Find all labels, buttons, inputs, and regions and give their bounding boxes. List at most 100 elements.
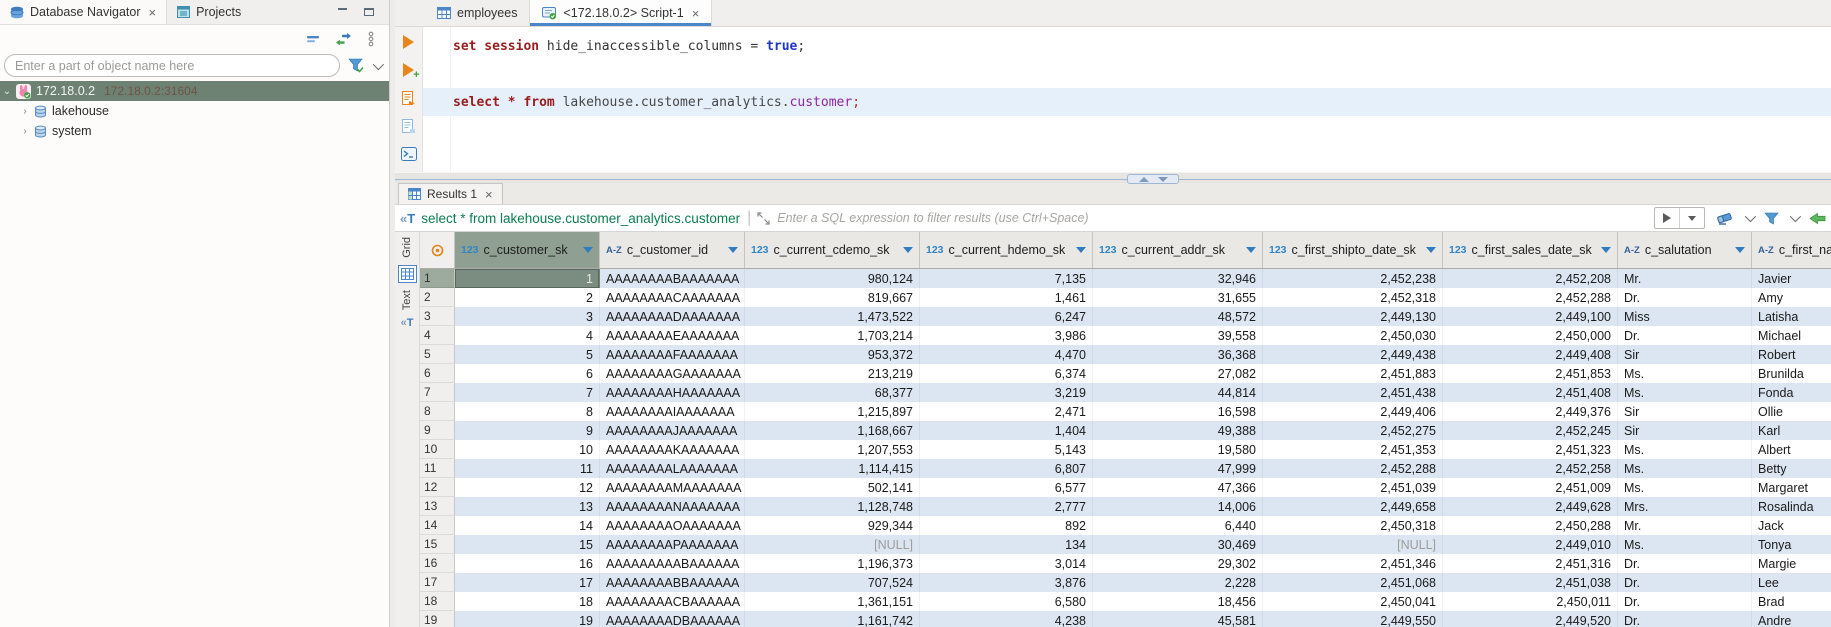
grid-cell[interactable]: 3,014 xyxy=(920,554,1093,573)
grid-cell[interactable]: 2,452,258 xyxy=(1443,459,1618,478)
grid-cell[interactable]: 2,471 xyxy=(920,402,1093,421)
tab-text[interactable]: «T xyxy=(401,317,414,329)
grid-cell[interactable]: 2,452,208 xyxy=(1443,269,1618,288)
grid-cell[interactable]: 2,452,288 xyxy=(1443,288,1618,307)
sort-arrow-icon[interactable] xyxy=(1076,247,1086,253)
grid-cell[interactable]: 1,196,373 xyxy=(745,554,920,573)
grid-cell[interactable]: AAAAAAAAJAAAAAAA xyxy=(600,421,745,440)
row-header[interactable]: 19 xyxy=(420,611,455,627)
tab-grid[interactable] xyxy=(398,265,417,283)
grid-cell[interactable]: AAAAAAAACBAAAAAA xyxy=(600,592,745,611)
grid-cell[interactable]: 3 xyxy=(455,307,600,326)
grid-cell[interactable]: Margaret xyxy=(1752,478,1831,497)
tab-text-label[interactable]: Text xyxy=(401,290,413,310)
chevron-down-icon[interactable] xyxy=(1745,211,1756,222)
grid-cell[interactable]: AAAAAAAAOAAAAAAA xyxy=(600,516,745,535)
collapsed-chevron-icon[interactable]: › xyxy=(18,126,32,137)
apply-filter-button[interactable] xyxy=(1663,213,1671,223)
grid-cell[interactable]: Ms. xyxy=(1618,383,1752,402)
grid-cell[interactable]: 2,451,068 xyxy=(1263,573,1443,592)
back-arrow-icon[interactable] xyxy=(1809,212,1826,225)
grid-cell[interactable]: 2,449,376 xyxy=(1443,402,1618,421)
filter-history-dropdown[interactable] xyxy=(1688,216,1696,221)
grid-cell[interactable]: Karl xyxy=(1752,421,1831,440)
grid-cell[interactable]: Dr. xyxy=(1618,573,1752,592)
grid-cell[interactable]: 16,598 xyxy=(1093,402,1263,421)
grid-cell[interactable]: AAAAAAAAMAAAAAAA xyxy=(600,478,745,497)
grid-cell[interactable]: 2 xyxy=(455,288,600,307)
row-header[interactable]: 15 xyxy=(420,535,455,554)
grid-cell[interactable]: 6,374 xyxy=(920,364,1093,383)
grid-cell[interactable]: 2,451,316 xyxy=(1443,554,1618,573)
sort-arrow-icon[interactable] xyxy=(1735,247,1745,253)
grid-cell[interactable]: 18 xyxy=(455,592,600,611)
grid-cell[interactable]: 18,456 xyxy=(1093,592,1263,611)
grid-cell[interactable]: AAAAAAAAKAAAAAAA xyxy=(600,440,745,459)
grid-cell[interactable]: Michael xyxy=(1752,326,1831,345)
grid-cell[interactable]: 953,372 xyxy=(745,345,920,364)
grid-cell[interactable]: 2,451,408 xyxy=(1443,383,1618,402)
execute-script-button[interactable] xyxy=(400,90,418,106)
grid-cell[interactable]: 819,667 xyxy=(745,288,920,307)
filter-placeholder-text[interactable]: Enter a SQL expression to filter results… xyxy=(777,211,1654,225)
tree-item-system[interactable]: › system xyxy=(0,121,389,141)
row-header[interactable]: 16 xyxy=(420,554,455,573)
grid-cell[interactable]: 2,451,438 xyxy=(1263,383,1443,402)
collapsed-chevron-icon[interactable]: › xyxy=(18,106,32,117)
column-header[interactable]: 123c_current_cdemo_sk xyxy=(745,232,920,268)
row-header[interactable]: 6 xyxy=(420,364,455,383)
tab-grid-label[interactable]: Grid xyxy=(401,237,413,258)
grid-cell[interactable]: 2,450,000 xyxy=(1443,326,1618,345)
grid-cell[interactable]: Rosalinda xyxy=(1752,497,1831,516)
grid-cell[interactable]: 12 xyxy=(455,478,600,497)
filter-funnel-icon[interactable] xyxy=(1764,212,1779,225)
chevron-down-icon[interactable] xyxy=(1790,211,1801,222)
row-header[interactable]: 10 xyxy=(420,440,455,459)
grid-cell[interactable]: Andre xyxy=(1752,611,1831,627)
grid-cell[interactable]: 36,368 xyxy=(1093,345,1263,364)
grid-cell[interactable]: Ms. xyxy=(1618,440,1752,459)
grid-cell[interactable]: 14,006 xyxy=(1093,497,1263,516)
grid-cell[interactable]: 19 xyxy=(455,611,600,627)
grid-cell[interactable]: Mr. xyxy=(1618,516,1752,535)
grid-cell[interactable]: 2,449,550 xyxy=(1263,611,1443,627)
expanded-chevron-icon[interactable]: ⌄ xyxy=(0,86,14,97)
execute-new-tab-button[interactable]: + xyxy=(400,62,418,78)
grid-cell[interactable]: AAAAAAAALAAAAAAA xyxy=(600,459,745,478)
grid-cell[interactable]: 13 xyxy=(455,497,600,516)
grid-cell[interactable]: 14 xyxy=(455,516,600,535)
sql-code[interactable]: set session hide_inaccessible_columns = … xyxy=(423,27,1831,172)
grid-cell[interactable]: 39,558 xyxy=(1093,326,1263,345)
grid-cell[interactable]: Tonya xyxy=(1752,535,1831,554)
grid-cell[interactable]: 3,986 xyxy=(920,326,1093,345)
collapse-all-icon[interactable] xyxy=(306,34,320,44)
grid-cell[interactable]: 1,207,553 xyxy=(745,440,920,459)
grid-cell[interactable]: 2,451,038 xyxy=(1443,573,1618,592)
grid-cell[interactable]: AAAAAAAADAAAAAAA xyxy=(600,307,745,326)
grid-cell[interactable]: AAAAAAAAPAAAAAAA xyxy=(600,535,745,554)
grid-cell[interactable]: 2,449,130 xyxy=(1263,307,1443,326)
grid-cell[interactable]: Miss xyxy=(1618,307,1752,326)
grid-cell[interactable]: Betty xyxy=(1752,459,1831,478)
sql-console-button[interactable] xyxy=(400,146,418,162)
grid-cell[interactable]: Brad xyxy=(1752,592,1831,611)
grid-cell[interactable]: 5 xyxy=(455,345,600,364)
grid-cell[interactable]: 1,361,151 xyxy=(745,592,920,611)
grid-cell[interactable]: 48,572 xyxy=(1093,307,1263,326)
grid-cell[interactable]: 6,580 xyxy=(920,592,1093,611)
grid-cell[interactable]: 1,161,742 xyxy=(745,611,920,627)
grid-cell[interactable]: 929,344 xyxy=(745,516,920,535)
close-icon[interactable]: × xyxy=(485,187,493,202)
grid-cell[interactable]: 68,377 xyxy=(745,383,920,402)
grid-cell[interactable]: AAAAAAAACAAAAAAA xyxy=(600,288,745,307)
row-header[interactable]: 18 xyxy=(420,592,455,611)
grid-cell[interactable]: 2,228 xyxy=(1093,573,1263,592)
splitter-handle[interactable] xyxy=(1127,174,1179,184)
grid-cell[interactable]: Dr. xyxy=(1618,288,1752,307)
grid-cell[interactable]: Dr. xyxy=(1618,326,1752,345)
grid-cell[interactable]: 6,440 xyxy=(1093,516,1263,535)
grid-cell[interactable]: 1,703,214 xyxy=(745,326,920,345)
close-icon[interactable]: × xyxy=(148,5,156,20)
grid-cell[interactable]: 980,124 xyxy=(745,269,920,288)
column-header[interactable]: A-Zc_first_na xyxy=(1752,232,1831,268)
